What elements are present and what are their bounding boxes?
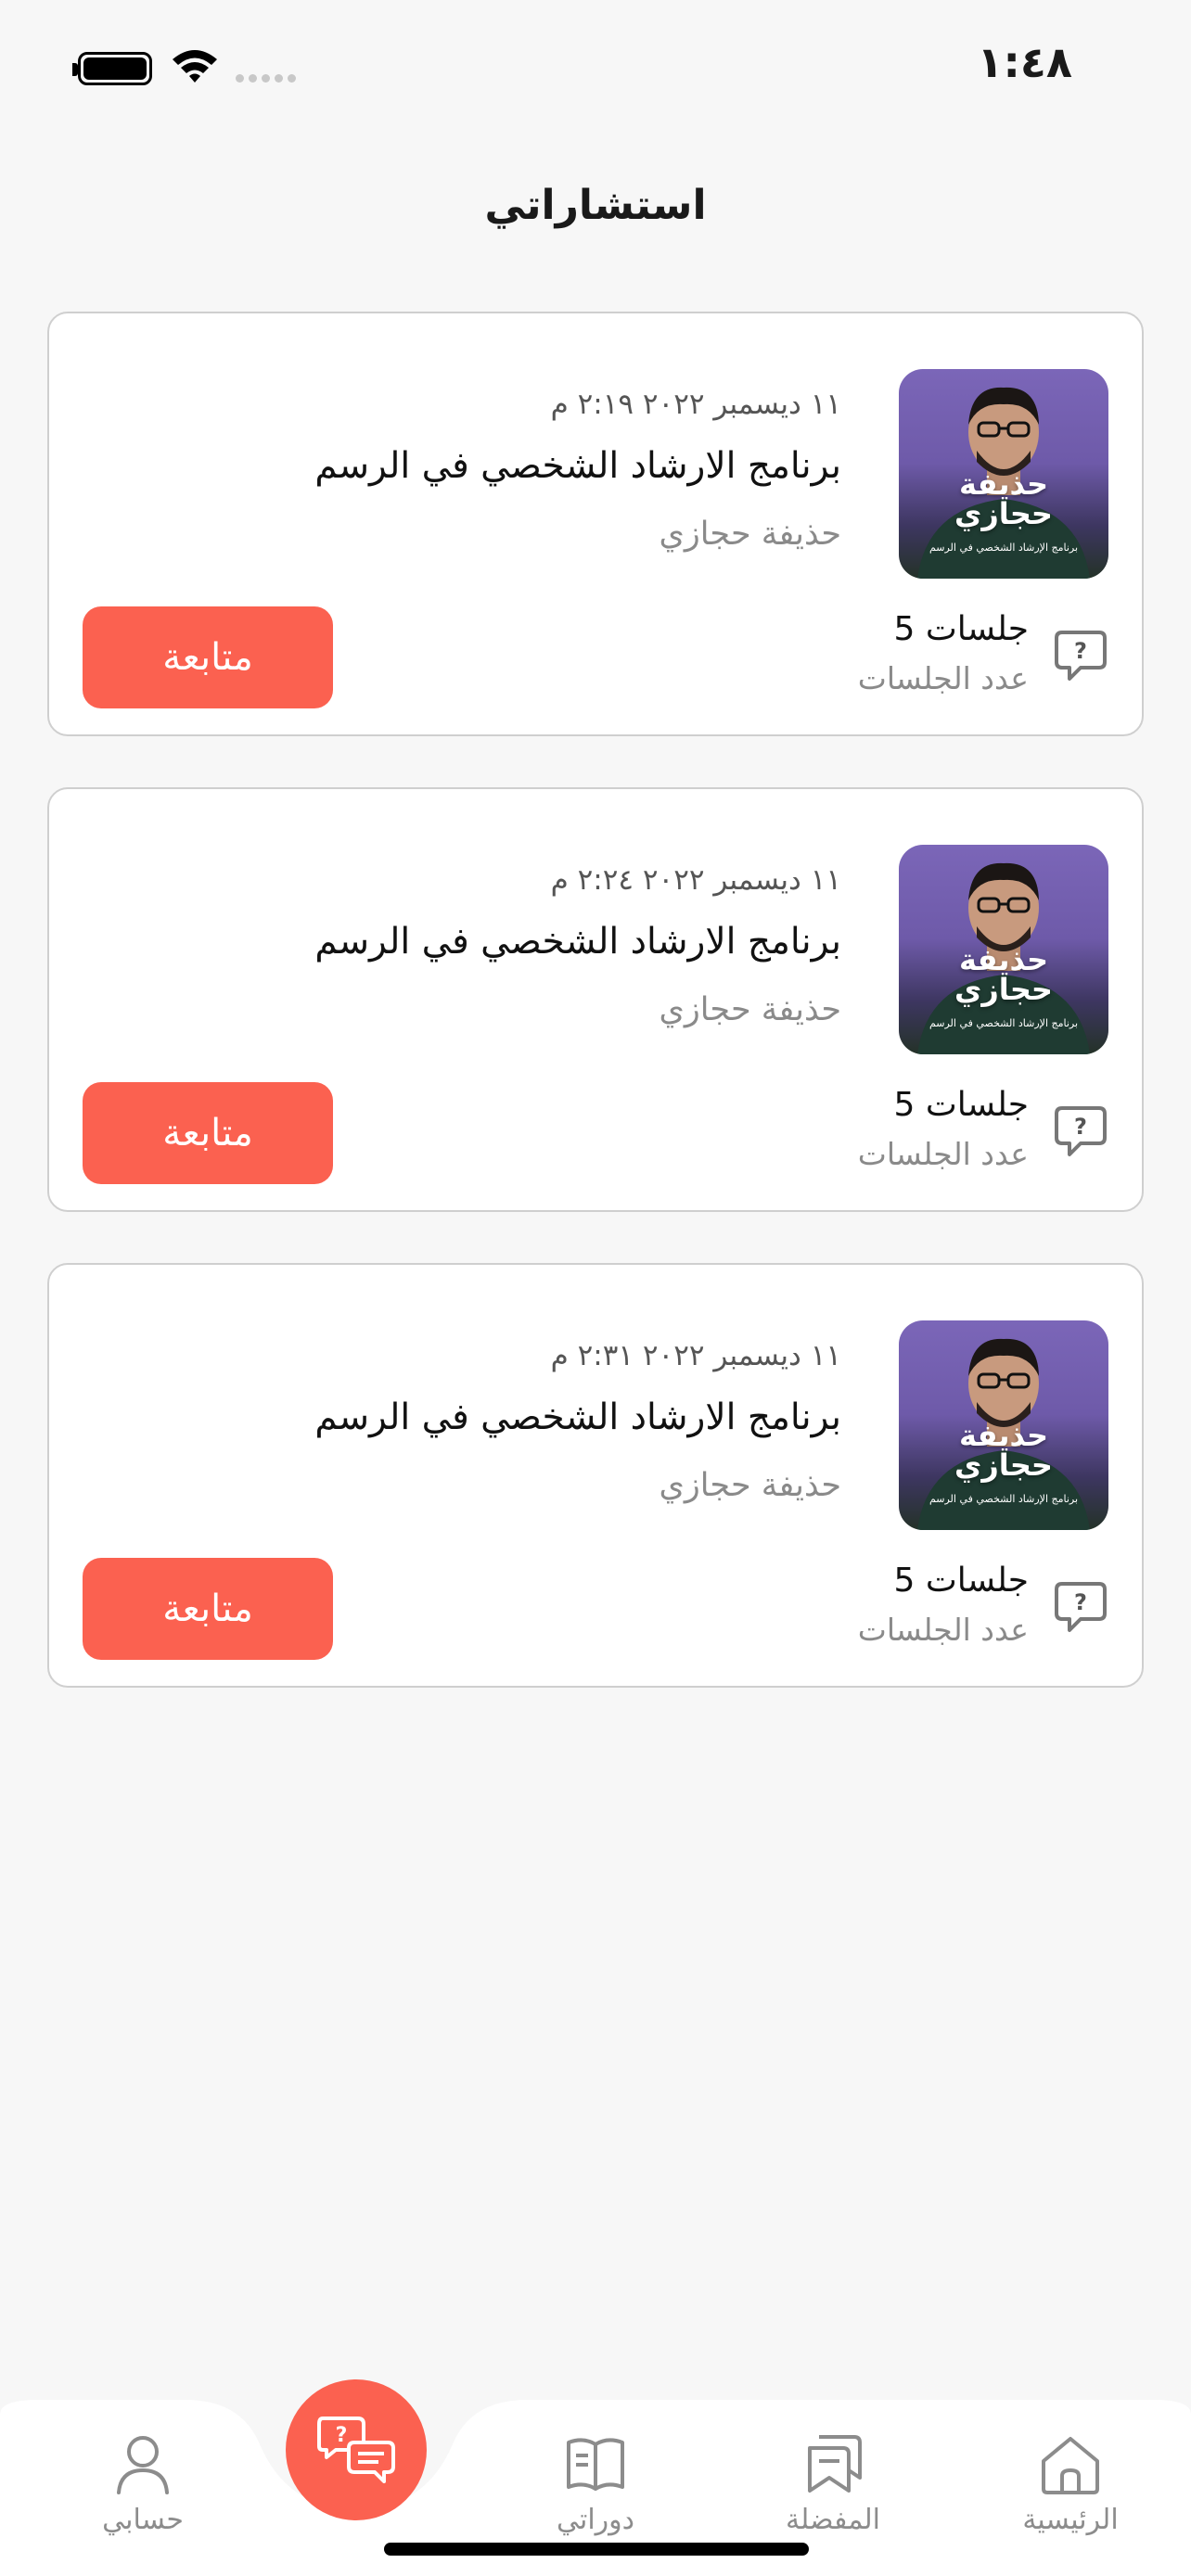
question-chat-icon: ? [1055, 631, 1107, 681]
consultation-date: ١١ ديسمبر ٢٠٢٢ ٢:٣١ م [550, 1339, 841, 1372]
svg-text:?: ? [1074, 1589, 1087, 1615]
consultation-author: حذيفة حجازي [659, 991, 841, 1028]
tab-account[interactable]: حسابي [50, 2433, 236, 2536]
home-icon [1042, 2437, 1099, 2494]
follow-button[interactable]: متابعة [83, 1082, 333, 1184]
sessions-count: 5 جلسات [893, 610, 1029, 648]
consultation-author: حذيفة حجازي [659, 1467, 841, 1504]
svg-text:?: ? [1074, 638, 1087, 664]
consultation-date: ١١ ديسمبر ٢٠٢٢ ٢:٢٤ م [550, 863, 841, 897]
battery-icon [78, 52, 152, 85]
consultation-card[interactable]: حذيفة حجازي برنامج الإرشاد الشخصي في الر… [47, 1263, 1144, 1688]
consultation-author: حذيفة حجازي [659, 516, 841, 553]
status-time: ١:٤٨ [977, 37, 1072, 87]
thumbnail-name: حذيفة حجازي [954, 466, 1053, 531]
consultation-title: برنامج الارشاد الشخصي في الرسم [314, 1396, 841, 1438]
tab-bar: حسابي ? دوراتي المفضلة الرئيسية [0, 2379, 1191, 2576]
sessions-label: عدد الجلسات [857, 660, 1029, 696]
wifi-icon [173, 50, 217, 83]
status-bar: ١:٤٨ [0, 0, 1191, 139]
book-icon [567, 2438, 624, 2491]
tab-home[interactable]: الرئيسية [978, 2433, 1163, 2536]
home-indicator [384, 2543, 809, 2556]
svg-text:?: ? [336, 2424, 348, 2447]
sessions-label: عدد الجلسات [857, 1136, 1029, 1172]
consultations-tab-button[interactable]: ? [286, 2379, 427, 2520]
consultation-card[interactable]: حذيفة حجازي برنامج الإرشاد الشخصي في الر… [47, 787, 1144, 1212]
page-title: استشاراتي [484, 182, 707, 229]
thumbnail-name: حذيفة حجازي [954, 942, 1053, 1007]
follow-button[interactable]: متابعة [83, 1558, 333, 1660]
tab-home-label: الرئيسية [1022, 2504, 1119, 2536]
sessions-count: 5 جلسات [893, 1086, 1029, 1124]
consultation-date: ١١ ديسمبر ٢٠٢٢ ٢:١٩ م [550, 388, 841, 421]
question-chat-icon: ? [1055, 1582, 1107, 1632]
program-thumbnail: حذيفة حجازي برنامج الإرشاد الشخصي في الر… [899, 845, 1108, 1054]
thumbnail-subtitle: برنامج الإرشاد الشخصي في الرسم [928, 1493, 1079, 1505]
consultation-title: برنامج الارشاد الشخصي في الرسم [314, 445, 841, 487]
tab-favorites-label: المفضلة [785, 2504, 881, 2536]
cell-signal-icon [236, 74, 296, 83]
tab-courses-label: دوراتي [556, 2504, 635, 2536]
program-thumbnail: حذيفة حجازي برنامج الإرشاد الشخصي في الر… [899, 1320, 1108, 1530]
tab-account-label: حسابي [102, 2504, 184, 2536]
thumbnail-name: حذيفة حجازي [954, 1418, 1053, 1483]
thumbnail-subtitle: برنامج الإرشاد الشخصي في الرسم [928, 1017, 1079, 1029]
consultations-list: حذيفة حجازي برنامج الإرشاد الشخصي في الر… [47, 312, 1144, 1739]
question-chat-icon: ? [1055, 1106, 1107, 1156]
tab-favorites[interactable]: المفضلة [740, 2433, 926, 2536]
consultations-chat-icon: ? [317, 2417, 395, 2483]
consultation-title: برنامج الارشاد الشخصي في الرسم [314, 921, 841, 963]
thumbnail-subtitle: برنامج الإرشاد الشخصي في الرسم [928, 542, 1079, 554]
follow-button[interactable]: متابعة [83, 606, 333, 708]
program-thumbnail: حذيفة حجازي برنامج الإرشاد الشخصي في الر… [899, 369, 1108, 579]
tab-courses[interactable]: دوراتي [503, 2433, 688, 2536]
battery-tip [72, 63, 78, 76]
consultation-card[interactable]: حذيفة حجازي برنامج الإرشاد الشخصي في الر… [47, 312, 1144, 736]
sessions-count: 5 جلسات [893, 1562, 1029, 1600]
sessions-label: عدد الجلسات [857, 1612, 1029, 1648]
user-icon [117, 2436, 169, 2494]
bookmarks-icon [808, 2435, 862, 2493]
svg-text:?: ? [1074, 1114, 1087, 1140]
